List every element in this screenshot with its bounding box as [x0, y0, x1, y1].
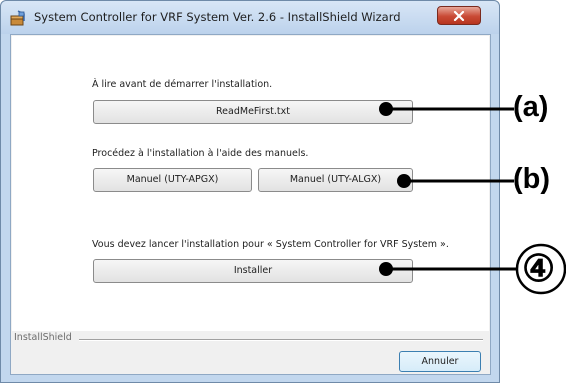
readme-instruction-label: À lire avant de démarrer l'installation.	[92, 79, 273, 90]
installshield-footer: InstallShield	[11, 330, 490, 344]
manuals-instruction-label: Procédez à l'installation à l'aide des m…	[92, 148, 309, 159]
installshield-brand: InstallShield	[14, 332, 72, 343]
wizard-client-area: À lire avant de démarrer l'installation.…	[10, 34, 491, 375]
page: System Controller for VRF System Ver. 2.…	[0, 0, 566, 383]
installer-box-icon	[10, 10, 26, 26]
readme-button[interactable]: ReadMeFirst.txt	[93, 100, 413, 124]
install-instruction-label: Vous devez lancer l'installation pour « …	[92, 239, 449, 250]
manual-algx-button[interactable]: Manuel (UTY-ALGX)	[258, 168, 413, 192]
close-icon	[453, 11, 465, 21]
installshield-window: System Controller for VRF System Ver. 2.…	[0, 0, 500, 383]
footer-divider	[79, 339, 483, 341]
callout-a-label: (a)	[513, 91, 549, 123]
install-button[interactable]: Installer	[93, 259, 413, 283]
callout-b-label: (b)	[513, 163, 551, 195]
cancel-button[interactable]: Annuler	[399, 351, 481, 372]
callout-c-label: ④	[522, 248, 556, 289]
wizard-content-panel: À lire avant de démarrer l'installation.…	[12, 36, 489, 331]
manual-apgx-button[interactable]: Manuel (UTY-APGX)	[93, 168, 252, 192]
title-bar[interactable]: System Controller for VRF System Ver. 2.…	[1, 1, 499, 34]
close-button[interactable]	[437, 6, 481, 25]
window-title: System Controller for VRF System Ver. 2.…	[34, 10, 401, 24]
